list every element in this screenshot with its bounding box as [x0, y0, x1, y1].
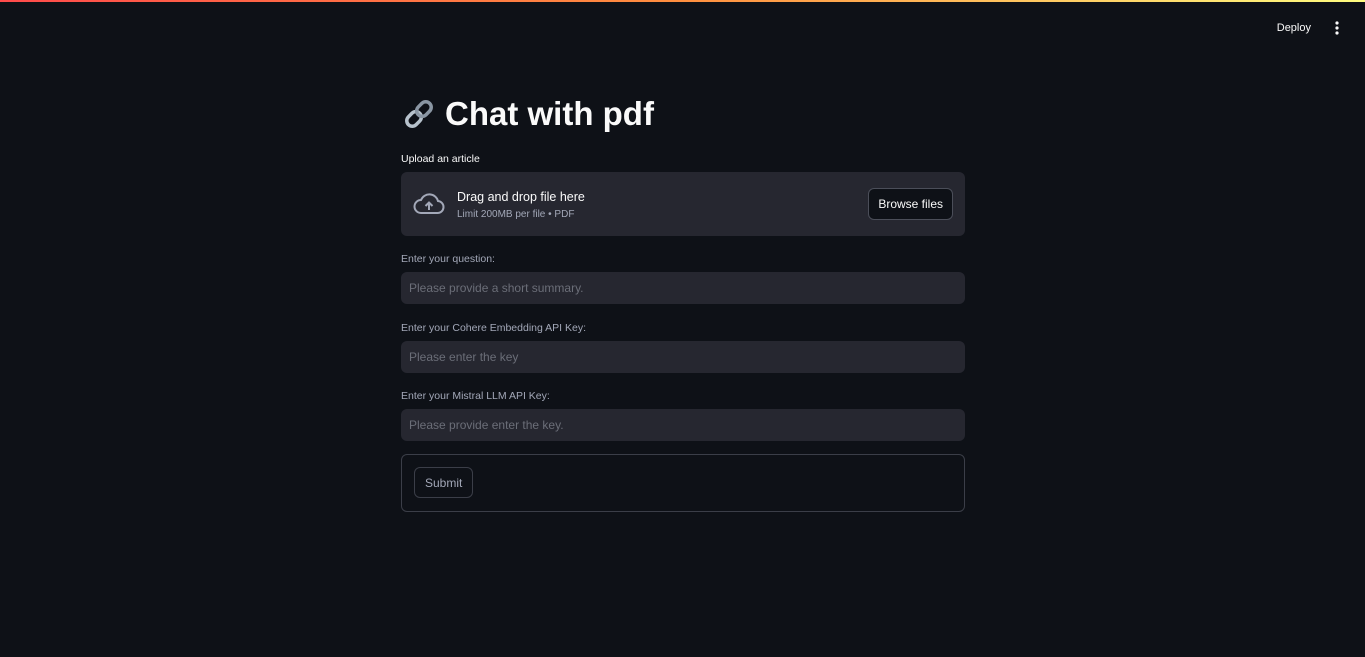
vertical-ellipsis-icon: [1335, 21, 1339, 35]
file-uploader-dropzone[interactable]: Drag and drop file here Limit 200MB per …: [401, 172, 965, 236]
uploader-instructions: Drag and drop file here Limit 200MB per …: [457, 189, 868, 220]
browse-files-button[interactable]: Browse files: [868, 188, 953, 220]
file-limit-text: Limit 200MB per file • PDF: [457, 208, 575, 220]
page-title: Chat with pdf: [401, 92, 965, 136]
question-input[interactable]: [401, 272, 965, 304]
cohere-key-label: Enter your Cohere Embedding API Key:: [401, 322, 587, 334]
deploy-button[interactable]: Deploy: [1269, 16, 1319, 40]
form-container: Submit: [401, 454, 965, 512]
top-decoration-bar: [0, 0, 1365, 2]
link-icon: [401, 96, 437, 132]
mistral-key-label: Enter your Mistral LLM API Key:: [401, 390, 550, 402]
cloud-upload-icon: [413, 188, 445, 220]
drag-drop-text: Drag and drop file here: [457, 189, 585, 204]
main-menu-button[interactable]: [1327, 14, 1347, 42]
question-label: Enter your question:: [401, 253, 495, 265]
main-content: Chat with pdf Upload an article Drag and…: [401, 92, 965, 512]
cohere-key-input[interactable]: [401, 341, 965, 373]
uploader-label: Upload an article: [401, 153, 480, 165]
page-title-text: Chat with pdf: [445, 95, 654, 132]
app-header: Deploy: [1269, 14, 1347, 42]
mistral-key-input[interactable]: [401, 409, 965, 441]
submit-button[interactable]: Submit: [414, 467, 474, 498]
